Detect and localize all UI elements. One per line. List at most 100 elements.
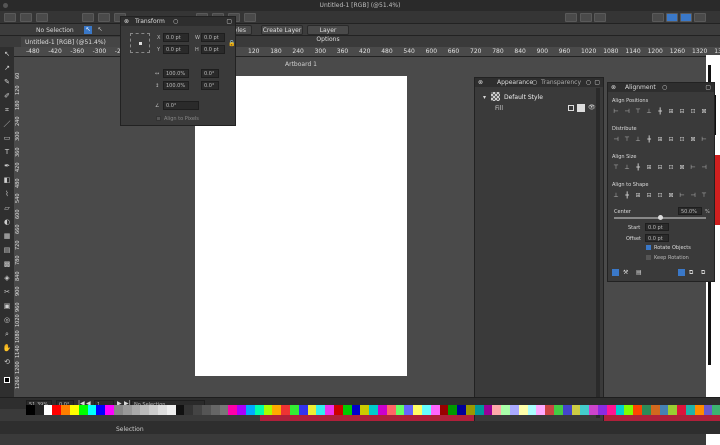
align-option-icon[interactable]: ⊡ <box>678 136 686 143</box>
color-swatch-icon[interactable] <box>2 377 12 385</box>
view-mode-a-button[interactable] <box>565 13 577 22</box>
expand-arrow-icon[interactable]: ▾ <box>483 94 486 101</box>
align-option-icon[interactable]: ⊠ <box>689 136 697 143</box>
align-option-icon[interactable]: ⊣ <box>623 108 631 115</box>
tab-transparency[interactable]: Transparency <box>541 79 581 86</box>
panel-expand-icon[interactable]: ▢ <box>226 18 232 25</box>
color-swatch[interactable] <box>668 405 678 415</box>
color-swatch[interactable] <box>70 405 79 415</box>
document-tab[interactable]: Untitled-1 [RGB] (@51.4%) <box>21 37 121 47</box>
align-pixels-checkbox[interactable] <box>156 116 161 121</box>
pencil-tool-icon[interactable]: ✐ <box>2 92 12 100</box>
align-option-icon[interactable]: ╋ <box>634 164 642 171</box>
table-tool-icon[interactable]: ▦ <box>2 232 12 240</box>
fill-swatch-icon[interactable] <box>568 105 574 111</box>
align-option-icon[interactable]: ⊢ <box>612 108 620 115</box>
color-swatch[interactable] <box>677 405 686 415</box>
tool-option-d-button[interactable] <box>244 13 256 22</box>
color-swatch[interactable] <box>122 405 132 415</box>
view-mode-b-button[interactable] <box>580 13 592 22</box>
tab-menu-icon[interactable]: ○ <box>532 79 537 86</box>
color-swatch[interactable] <box>659 405 669 415</box>
color-swatch[interactable] <box>193 405 202 415</box>
color-swatch[interactable] <box>105 405 114 415</box>
align-option-icon[interactable]: ⊤ <box>634 108 642 115</box>
color-swatch[interactable] <box>501 405 510 415</box>
color-swatch[interactable] <box>237 405 246 415</box>
align-option-icon[interactable]: ⊥ <box>612 192 620 199</box>
color-swatch[interactable] <box>34 405 44 415</box>
color-swatch[interactable] <box>158 405 167 415</box>
color-swatch[interactable] <box>131 405 141 415</box>
layout-a-icon[interactable] <box>678 269 685 276</box>
color-swatch[interactable] <box>263 405 273 415</box>
align-option-icon[interactable]: ⊤ <box>700 192 708 199</box>
line-tool-icon[interactable]: ／ <box>2 120 12 128</box>
color-swatch[interactable] <box>430 405 440 415</box>
color-swatch[interactable] <box>26 405 35 415</box>
color-swatch[interactable] <box>281 405 290 415</box>
panel-close-icon[interactable]: ⊗ <box>124 18 129 25</box>
color-swatch[interactable] <box>615 405 625 415</box>
gradient-tool-icon[interactable]: ▤ <box>2 246 12 254</box>
x-input[interactable]: 0.0 pt <box>163 33 189 42</box>
redo-button[interactable] <box>98 13 110 22</box>
align-option-icon[interactable]: ⊢ <box>700 136 708 143</box>
align-option-icon[interactable]: ⊡ <box>689 108 697 115</box>
color-swatch[interactable] <box>642 405 651 415</box>
selection-tool-icon[interactable]: ↖ <box>2 50 12 58</box>
align-option-icon[interactable]: ⊟ <box>667 136 675 143</box>
align-option-icon[interactable]: ⊠ <box>700 108 708 115</box>
layout-b-icon[interactable]: ⧉ <box>689 269 693 277</box>
alignment-panel-header[interactable]: ⊗ Alignment ○ ▢ <box>608 83 714 92</box>
layer-options-button[interactable]: Layer Options <box>307 25 349 43</box>
color-swatch[interactable] <box>228 405 238 415</box>
align-option-icon[interactable]: ⊟ <box>678 108 686 115</box>
align-option-icon[interactable]: ╋ <box>623 192 631 199</box>
color-swatch[interactable] <box>386 405 396 415</box>
panel-close-icon[interactable]: ⊗ <box>478 79 483 86</box>
stroke-swatch-icon[interactable] <box>577 104 585 112</box>
color-swatch[interactable] <box>290 405 299 415</box>
color-swatch[interactable] <box>571 405 581 415</box>
align-option-icon[interactable]: ╋ <box>645 136 653 143</box>
align-option-icon[interactable]: ⊢ <box>689 164 697 171</box>
align-option-icon[interactable]: ⊟ <box>656 164 664 171</box>
color-swatch[interactable] <box>457 405 466 415</box>
eraser-tool-icon[interactable]: ▱ <box>2 204 12 212</box>
color-swatch[interactable] <box>43 405 53 415</box>
hand-tool-icon[interactable]: ✋ <box>2 344 12 352</box>
scale-h-input[interactable]: 100.0% <box>163 81 189 90</box>
color-swatch[interactable] <box>606 405 616 415</box>
mesh-tool-icon[interactable]: ▩ <box>2 260 12 268</box>
style-picker-icon[interactable]: ◎ <box>2 316 12 324</box>
color-swatch[interactable] <box>439 405 449 415</box>
color-swatch[interactable] <box>598 405 607 415</box>
workspace-c-button[interactable] <box>680 13 692 22</box>
color-swatch[interactable] <box>61 405 70 415</box>
crop-tool-icon[interactable]: ⌗ <box>2 106 12 114</box>
color-swatch[interactable] <box>562 405 572 415</box>
rotate-objects-checkbox[interactable] <box>646 245 651 250</box>
zoom-tool-icon[interactable]: ⌕ <box>2 330 12 338</box>
workspace-b-button[interactable] <box>666 13 678 22</box>
color-swatch[interactable] <box>633 405 642 415</box>
align-option-icon[interactable]: ⊥ <box>645 108 653 115</box>
color-swatch[interactable] <box>307 405 317 415</box>
color-swatch[interactable] <box>422 405 431 415</box>
workspace-a-button[interactable] <box>652 13 664 22</box>
color-swatch[interactable] <box>140 405 150 415</box>
color-swatch[interactable] <box>545 405 554 415</box>
align-option-icon[interactable]: ⊤ <box>612 164 620 171</box>
create-layer-button[interactable]: Create Layer <box>261 25 303 35</box>
h-input[interactable]: 0.0 pt <box>201 45 225 54</box>
align-option-icon[interactable]: ⊥ <box>623 164 631 171</box>
center-input[interactable]: 50.0% <box>678 207 702 215</box>
pen-tool-icon[interactable]: ✒ <box>2 162 12 170</box>
color-swatch[interactable] <box>96 405 106 415</box>
color-swatch[interactable] <box>78 405 88 415</box>
align-option-icon[interactable]: ⊣ <box>689 192 697 199</box>
color-swatch[interactable] <box>166 405 176 415</box>
eyedropper-tool-icon[interactable]: ⌇ <box>2 190 12 198</box>
undo-button[interactable] <box>82 13 94 22</box>
